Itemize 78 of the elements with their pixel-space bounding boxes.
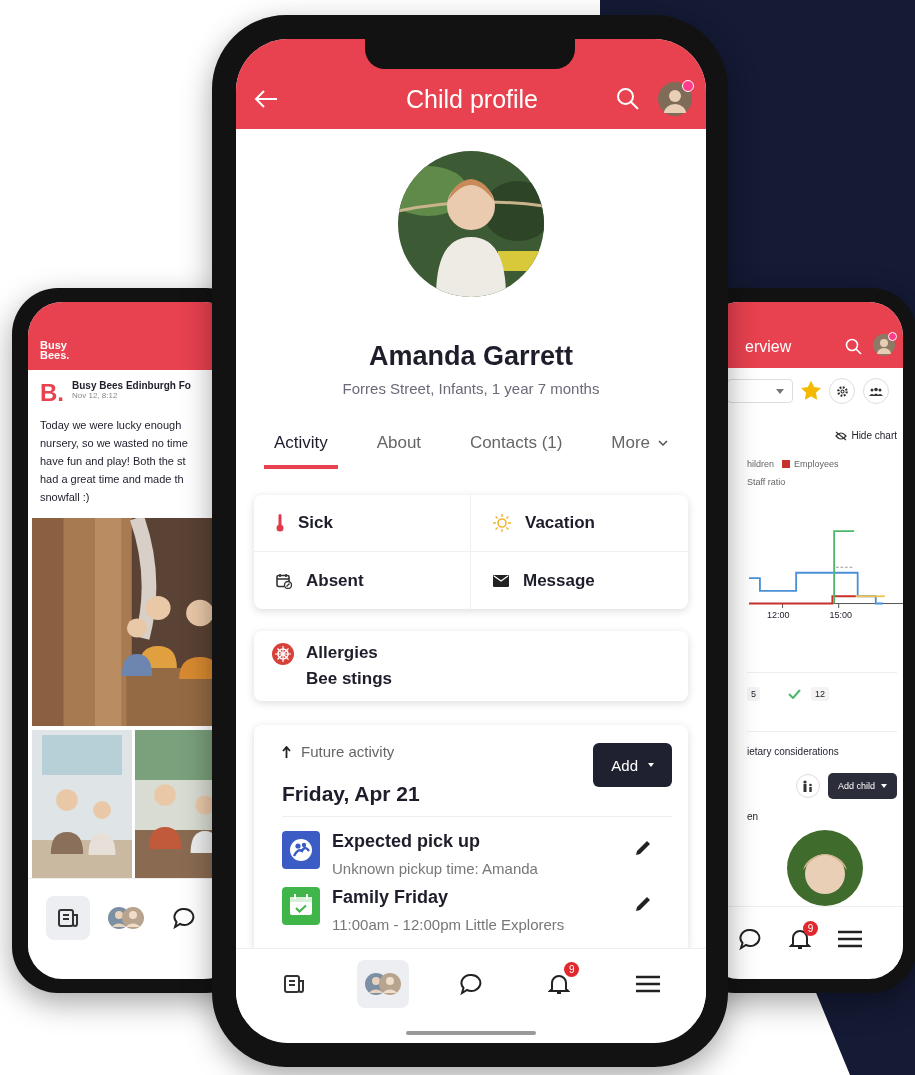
screen-title: Child profile: [405, 84, 539, 114]
nav-tab[interactable]: 9: [785, 919, 815, 959]
menu-icon: [634, 974, 661, 994]
nav-tab[interactable]: 9: [533, 960, 586, 1008]
tab[interactable]: More: [601, 425, 678, 469]
post-text-line: had a great time and made th: [40, 472, 185, 487]
post-author: Busy Bees Edinburgh Fo: [72, 380, 191, 391]
action-button[interactable]: Sick: [254, 495, 471, 552]
section-heading: Future activity: [301, 743, 395, 760]
search-icon[interactable]: [616, 87, 640, 111]
tab[interactable]: About: [366, 425, 432, 469]
post-text-line: nursery, so we wasted no time: [40, 436, 189, 451]
axis-tick-label: 12:00: [767, 610, 790, 620]
activity-detail: Unknown pickup time: Amanda: [332, 860, 539, 877]
people-icon: [869, 386, 883, 396]
profile-avatar[interactable]: [658, 82, 692, 116]
post-text-line: have fun and play! Both the st: [40, 454, 187, 469]
notification-badge: 9: [803, 921, 818, 936]
profile-avatar[interactable]: [873, 334, 895, 356]
caret-icon: [881, 784, 887, 788]
add-button[interactable]: Add: [593, 743, 672, 787]
caret-icon: [648, 763, 654, 767]
post-text-line: Today we were lucky enough: [40, 418, 183, 433]
legend-label: Staff ratio: [747, 477, 786, 487]
chat-bubble-icon: [458, 972, 483, 996]
logo-letter: B.: [40, 380, 64, 406]
date-heading: Friday, Apr 21: [282, 782, 420, 806]
star-icon[interactable]: [801, 381, 821, 401]
envelope-icon: [493, 574, 509, 587]
legend-label: hildren: [747, 459, 775, 469]
tab[interactable]: Contacts (1): [459, 425, 573, 469]
legend-label: Employees: [794, 459, 839, 469]
newspaper-icon: [283, 973, 306, 995]
add-child-button[interactable]: Add child: [827, 773, 897, 799]
action-button[interactable]: Vacation: [471, 495, 688, 552]
back-arrow-icon[interactable]: [254, 89, 278, 109]
action-button[interactable]: Message: [471, 552, 688, 609]
up-arrow-icon: [282, 745, 291, 758]
children-avatars-icon: [363, 972, 402, 996]
thermometer-icon: [276, 514, 284, 532]
screen-title: erview: [745, 338, 793, 356]
notification-badge: 9: [564, 962, 580, 977]
list-label: en: [747, 811, 760, 822]
eye-off-icon: [835, 430, 848, 441]
chat-bubble-icon: [172, 906, 196, 930]
children-avatars-icon: [107, 906, 145, 930]
nav-tab[interactable]: [46, 896, 90, 940]
action-button[interactable]: Absent: [254, 552, 471, 609]
tab[interactable]: Activity: [264, 425, 338, 469]
axis-tick-label: 15:00: [829, 610, 853, 620]
count-value: 12: [811, 687, 830, 701]
activity-title: Expected pick up: [332, 831, 482, 852]
allergy-icon: [272, 643, 294, 665]
calendar-cross-icon: [276, 572, 292, 589]
allergies-title: Allergies: [306, 643, 379, 663]
activity-detail: 11:00am - 12:00pm Little Explorers: [332, 916, 566, 933]
caret-icon: [776, 388, 784, 394]
chat-bubble-icon: [738, 927, 762, 951]
newspaper-icon: [57, 907, 79, 929]
hide-chart-button[interactable]: Hide chart: [835, 430, 897, 441]
pencil-icon[interactable]: [634, 839, 652, 857]
allergy-detail: Bee stings: [306, 669, 392, 689]
search-icon[interactable]: [845, 338, 863, 356]
check-icon: [788, 689, 801, 699]
gear-icon: [835, 384, 849, 398]
section-title: ietary considerations: [747, 731, 897, 757]
bell-icon: [548, 972, 571, 996]
pencil-icon[interactable]: [634, 895, 652, 913]
parent-child-icon: [801, 780, 814, 792]
child-details: Forres Street, Infants, 1 year 7 months: [342, 380, 600, 397]
sun-icon: [493, 514, 511, 532]
count-value: 5: [747, 687, 760, 701]
menu-icon: [837, 929, 863, 949]
post-date: Nov 12, 8:12: [72, 391, 119, 400]
logo-text: Busy Bees.: [40, 340, 70, 360]
activity-title: Family Friday: [332, 887, 450, 908]
child-name: Amanda Garrett: [368, 341, 574, 372]
post-text-line: snowfall :): [40, 490, 91, 505]
